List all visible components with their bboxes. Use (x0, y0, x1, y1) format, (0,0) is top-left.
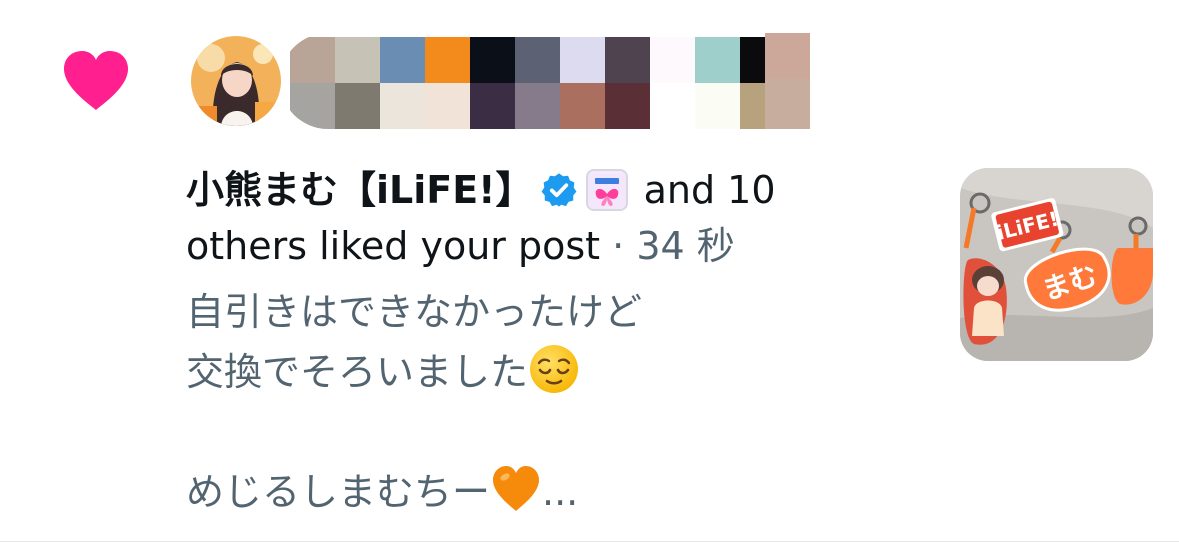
post-line-2: 交換でそろいました (186, 350, 529, 394)
post-line-3: めじるしまむちー (186, 470, 491, 514)
divider (0, 541, 1179, 542)
avatar-others[interactable] (280, 33, 810, 129)
avatar-sender[interactable] (188, 33, 284, 129)
ellipsis: ... (542, 470, 579, 514)
sender-name[interactable]: 小熊まむ【iLiFE!】 (186, 168, 534, 212)
butterfly-logo-icon (587, 174, 626, 209)
verified-badge-icon (541, 173, 576, 207)
post-preview[interactable]: 自引きはできなかったけど 交換でそろいました めじるしまむちー ... (186, 282, 926, 522)
thumbnail-image: iLiFE! まむ (960, 168, 1153, 361)
separator: · (600, 224, 637, 268)
liker-avatars[interactable] (188, 33, 828, 133)
heart-icon (64, 51, 128, 110)
affiliation-badge-icon[interactable] (585, 169, 628, 211)
timestamp: 34 秒 (636, 224, 735, 268)
orange-heart-icon (493, 466, 540, 511)
relieved-face-emoji (530, 345, 579, 393)
notification-summary: 小熊まむ【iLiFE!】 and 10 others liked your po… (186, 162, 806, 274)
like-notification[interactable]: 小熊まむ【iLiFE!】 and 10 others liked your po… (0, 0, 1179, 541)
post-line-1: 自引きはできなかったけど (186, 290, 643, 334)
avatar-image (191, 36, 281, 126)
blurred-avatar-image (290, 37, 785, 129)
post-media-thumbnail[interactable]: iLiFE! まむ (960, 168, 1153, 361)
